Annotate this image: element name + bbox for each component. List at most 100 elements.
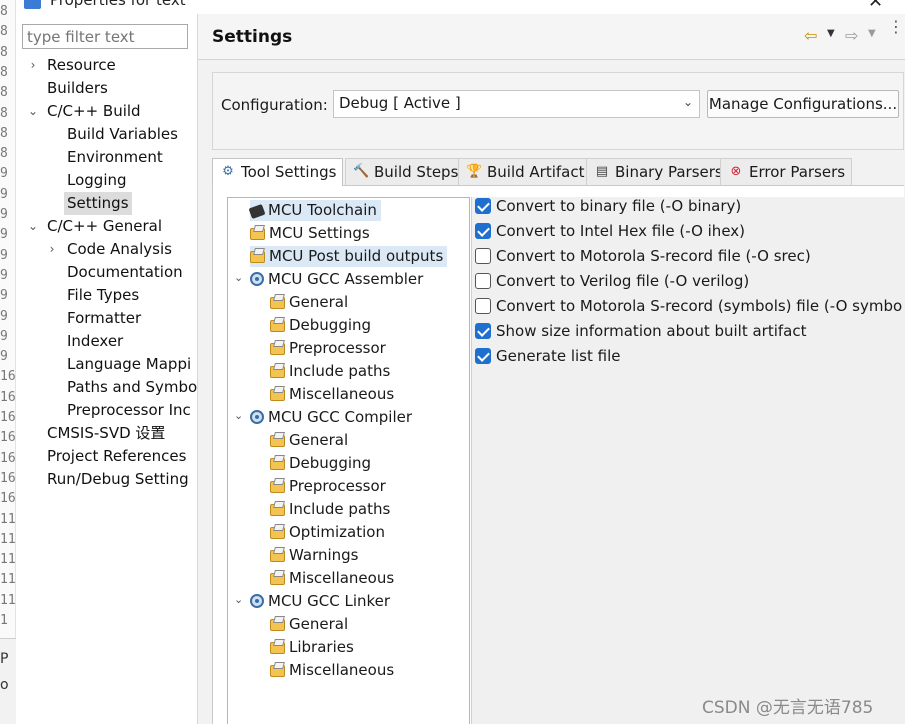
tree-node-mcu-post-build-outputs[interactable]: MCU Post build outputs — [250, 246, 448, 267]
option-checkbox[interactable] — [475, 323, 491, 339]
option-checkbox[interactable] — [475, 198, 491, 214]
configuration-label: Configuration: — [221, 96, 328, 114]
tab-binary-parsers[interactable]: ▤ Binary Parsers — [586, 158, 730, 185]
tree-node-miscellaneous[interactable]: Miscellaneous — [270, 660, 398, 681]
line-number: 9 — [0, 288, 8, 304]
chevron-right-icon[interactable]: › — [47, 242, 57, 256]
window-titlebar: Properties for text ✕ — [0, 0, 905, 14]
tree-node-preprocessor[interactable]: Preprocessor — [270, 338, 390, 359]
gear-icon — [250, 410, 264, 424]
option-checkbox[interactable] — [475, 223, 491, 239]
line-number: 16 — [0, 410, 16, 425]
nav-item-build-variables[interactable]: Build Variables — [67, 123, 178, 146]
line-number: 16 — [0, 470, 16, 486]
nav-item-language-mappi[interactable]: Language Mappi — [67, 353, 191, 376]
more-options-icon[interactable]: ⋮ — [888, 19, 904, 35]
tree-node-libraries[interactable]: Libraries — [270, 637, 358, 658]
tree-node-label: Warnings — [289, 546, 359, 564]
tree-node-optimization[interactable]: Optimization — [270, 522, 389, 543]
nav-item-file-types[interactable]: File Types — [67, 284, 139, 307]
tree-node-preprocessor[interactable]: Preprocessor — [270, 476, 390, 497]
nav-item-c-c-build[interactable]: C/C++ Build — [47, 100, 141, 123]
tab-tool-settings[interactable]: ⚙ Tool Settings — [212, 158, 344, 187]
option-checkbox[interactable] — [475, 248, 491, 264]
line-number: 11 — [0, 552, 16, 568]
tree-node-mcu-settings[interactable]: MCU Settings — [250, 223, 374, 244]
option-label: Generate list file — [496, 347, 621, 365]
property-pages-panel: › ResourceBuilders ⌄ C/C++ BuildBuild Varia… — [16, 14, 198, 724]
configuration-select[interactable]: Debug [ Active ] ⌄ — [333, 90, 700, 118]
tree-node-mcu-toolchain[interactable]: MCU Toolchain — [248, 200, 381, 221]
chevron-down-icon[interactable]: ⌄ — [28, 104, 38, 118]
nav-item-settings[interactable]: Settings — [64, 192, 132, 215]
nav-item-project-references[interactable]: Project References — [47, 445, 186, 468]
nav-item-formatter[interactable]: Formatter — [67, 307, 141, 330]
editor-bottom-panel: P o — [0, 638, 16, 724]
tree-node-label: Debugging — [289, 454, 372, 472]
tree-node-warnings[interactable]: Warnings — [270, 545, 363, 566]
tree-node-debugging[interactable]: Debugging — [270, 315, 375, 336]
nav-item-paths-and-symbo[interactable]: Paths and Symbo — [67, 376, 197, 399]
chevron-down-icon[interactable]: ⌄ — [234, 593, 243, 606]
post-build-options: Convert to binary file (-O binary) Conver… — [471, 197, 905, 724]
folder-icon — [270, 619, 285, 631]
nav-item-logging[interactable]: Logging — [67, 169, 127, 192]
back-menu-chevron-down-icon[interactable]: ▼ — [827, 28, 835, 39]
tab-build-steps[interactable]: 🔨 Build Steps — [345, 158, 466, 185]
tree-node-general[interactable]: General — [270, 292, 352, 313]
tree-node-general[interactable]: General — [270, 614, 352, 635]
nav-item-preprocessor-inc[interactable]: Preprocessor Inc — [67, 399, 191, 422]
line-number: 8 — [0, 125, 8, 141]
line-number: 9 — [0, 207, 8, 222]
nav-item-documentation[interactable]: Documentation — [67, 261, 183, 284]
chevron-right-icon[interactable]: › — [28, 58, 38, 72]
option-checkbox[interactable] — [475, 348, 491, 364]
line-number: 9 — [0, 349, 8, 365]
chevron-down-icon[interactable]: ⌄ — [234, 409, 243, 422]
tree-node-debugging[interactable]: Debugging — [270, 453, 375, 474]
arrow-left-icon[interactable]: ⇦ — [804, 26, 817, 45]
close-icon[interactable]: ✕ — [868, 0, 883, 12]
tab-build-artifact[interactable]: 🏆 Build Artifact — [458, 158, 592, 185]
arrow-right-icon[interactable]: ⇨ — [845, 26, 858, 45]
folder-icon — [270, 550, 285, 562]
tree-node-mcu-gcc-linker[interactable]: MCU GCC Linker — [250, 591, 394, 612]
tree-node-include-paths[interactable]: Include paths — [270, 499, 394, 520]
nav-item-indexer[interactable]: Indexer — [67, 330, 123, 353]
tree-node-miscellaneous[interactable]: Miscellaneous — [270, 568, 398, 589]
tab-error-parsers[interactable]: ⊗ Error Parsers — [720, 158, 853, 185]
folder-icon — [270, 458, 285, 470]
nav-item-builders[interactable]: Builders — [47, 77, 108, 100]
line-number: 9 — [0, 227, 8, 243]
manage-configurations-button[interactable]: Manage Configurations... — [707, 90, 899, 118]
tree-node-general[interactable]: General — [270, 430, 352, 451]
nav-item-environment[interactable]: Environment — [67, 146, 163, 169]
line-number: 8 — [0, 24, 8, 40]
tree-node-label: MCU Post build outputs — [269, 247, 444, 265]
tree-node-include-paths[interactable]: Include paths — [270, 361, 394, 382]
option-label: Convert to Motorola S-record (symbols) f… — [496, 297, 903, 315]
option-label: Convert to Motorola S-record file (-O sr… — [496, 247, 811, 265]
line-number: 8 — [0, 105, 8, 121]
chevron-down-icon[interactable]: ⌄ — [28, 219, 38, 233]
chevron-down-icon[interactable]: ⌄ — [234, 271, 243, 284]
folder-icon — [270, 435, 285, 447]
nav-item-code-analysis[interactable]: Code Analysis — [67, 238, 172, 261]
trophy-icon: 🏆 — [466, 164, 483, 179]
nav-item-c-c-general[interactable]: C/C++ General — [47, 215, 162, 238]
option-checkbox[interactable] — [475, 273, 491, 289]
nav-item-cmsis-svd[interactable]: CMSIS-SVD 设置 — [47, 422, 165, 445]
option-checkbox[interactable] — [475, 298, 491, 314]
tree-node-mcu-gcc-assembler[interactable]: MCU GCC Assembler — [250, 269, 427, 290]
option-label: Convert to Intel Hex file (-O ihex) — [496, 222, 746, 240]
line-number: 11 — [0, 592, 16, 608]
line-number: 8 — [0, 64, 8, 80]
tree-node-miscellaneous[interactable]: Miscellaneous — [270, 384, 398, 405]
forward-menu-chevron-down-icon[interactable]: ▼ — [868, 28, 876, 39]
tree-node-mcu-gcc-compiler[interactable]: MCU GCC Compiler — [250, 407, 416, 428]
tree-node-label: Include paths — [289, 362, 391, 380]
nav-item-run-debug-setting[interactable]: Run/Debug Setting — [47, 468, 189, 491]
filter-input[interactable] — [22, 24, 188, 49]
nav-item-resource[interactable]: Resource — [47, 54, 116, 77]
line-number: 9 — [0, 308, 8, 324]
